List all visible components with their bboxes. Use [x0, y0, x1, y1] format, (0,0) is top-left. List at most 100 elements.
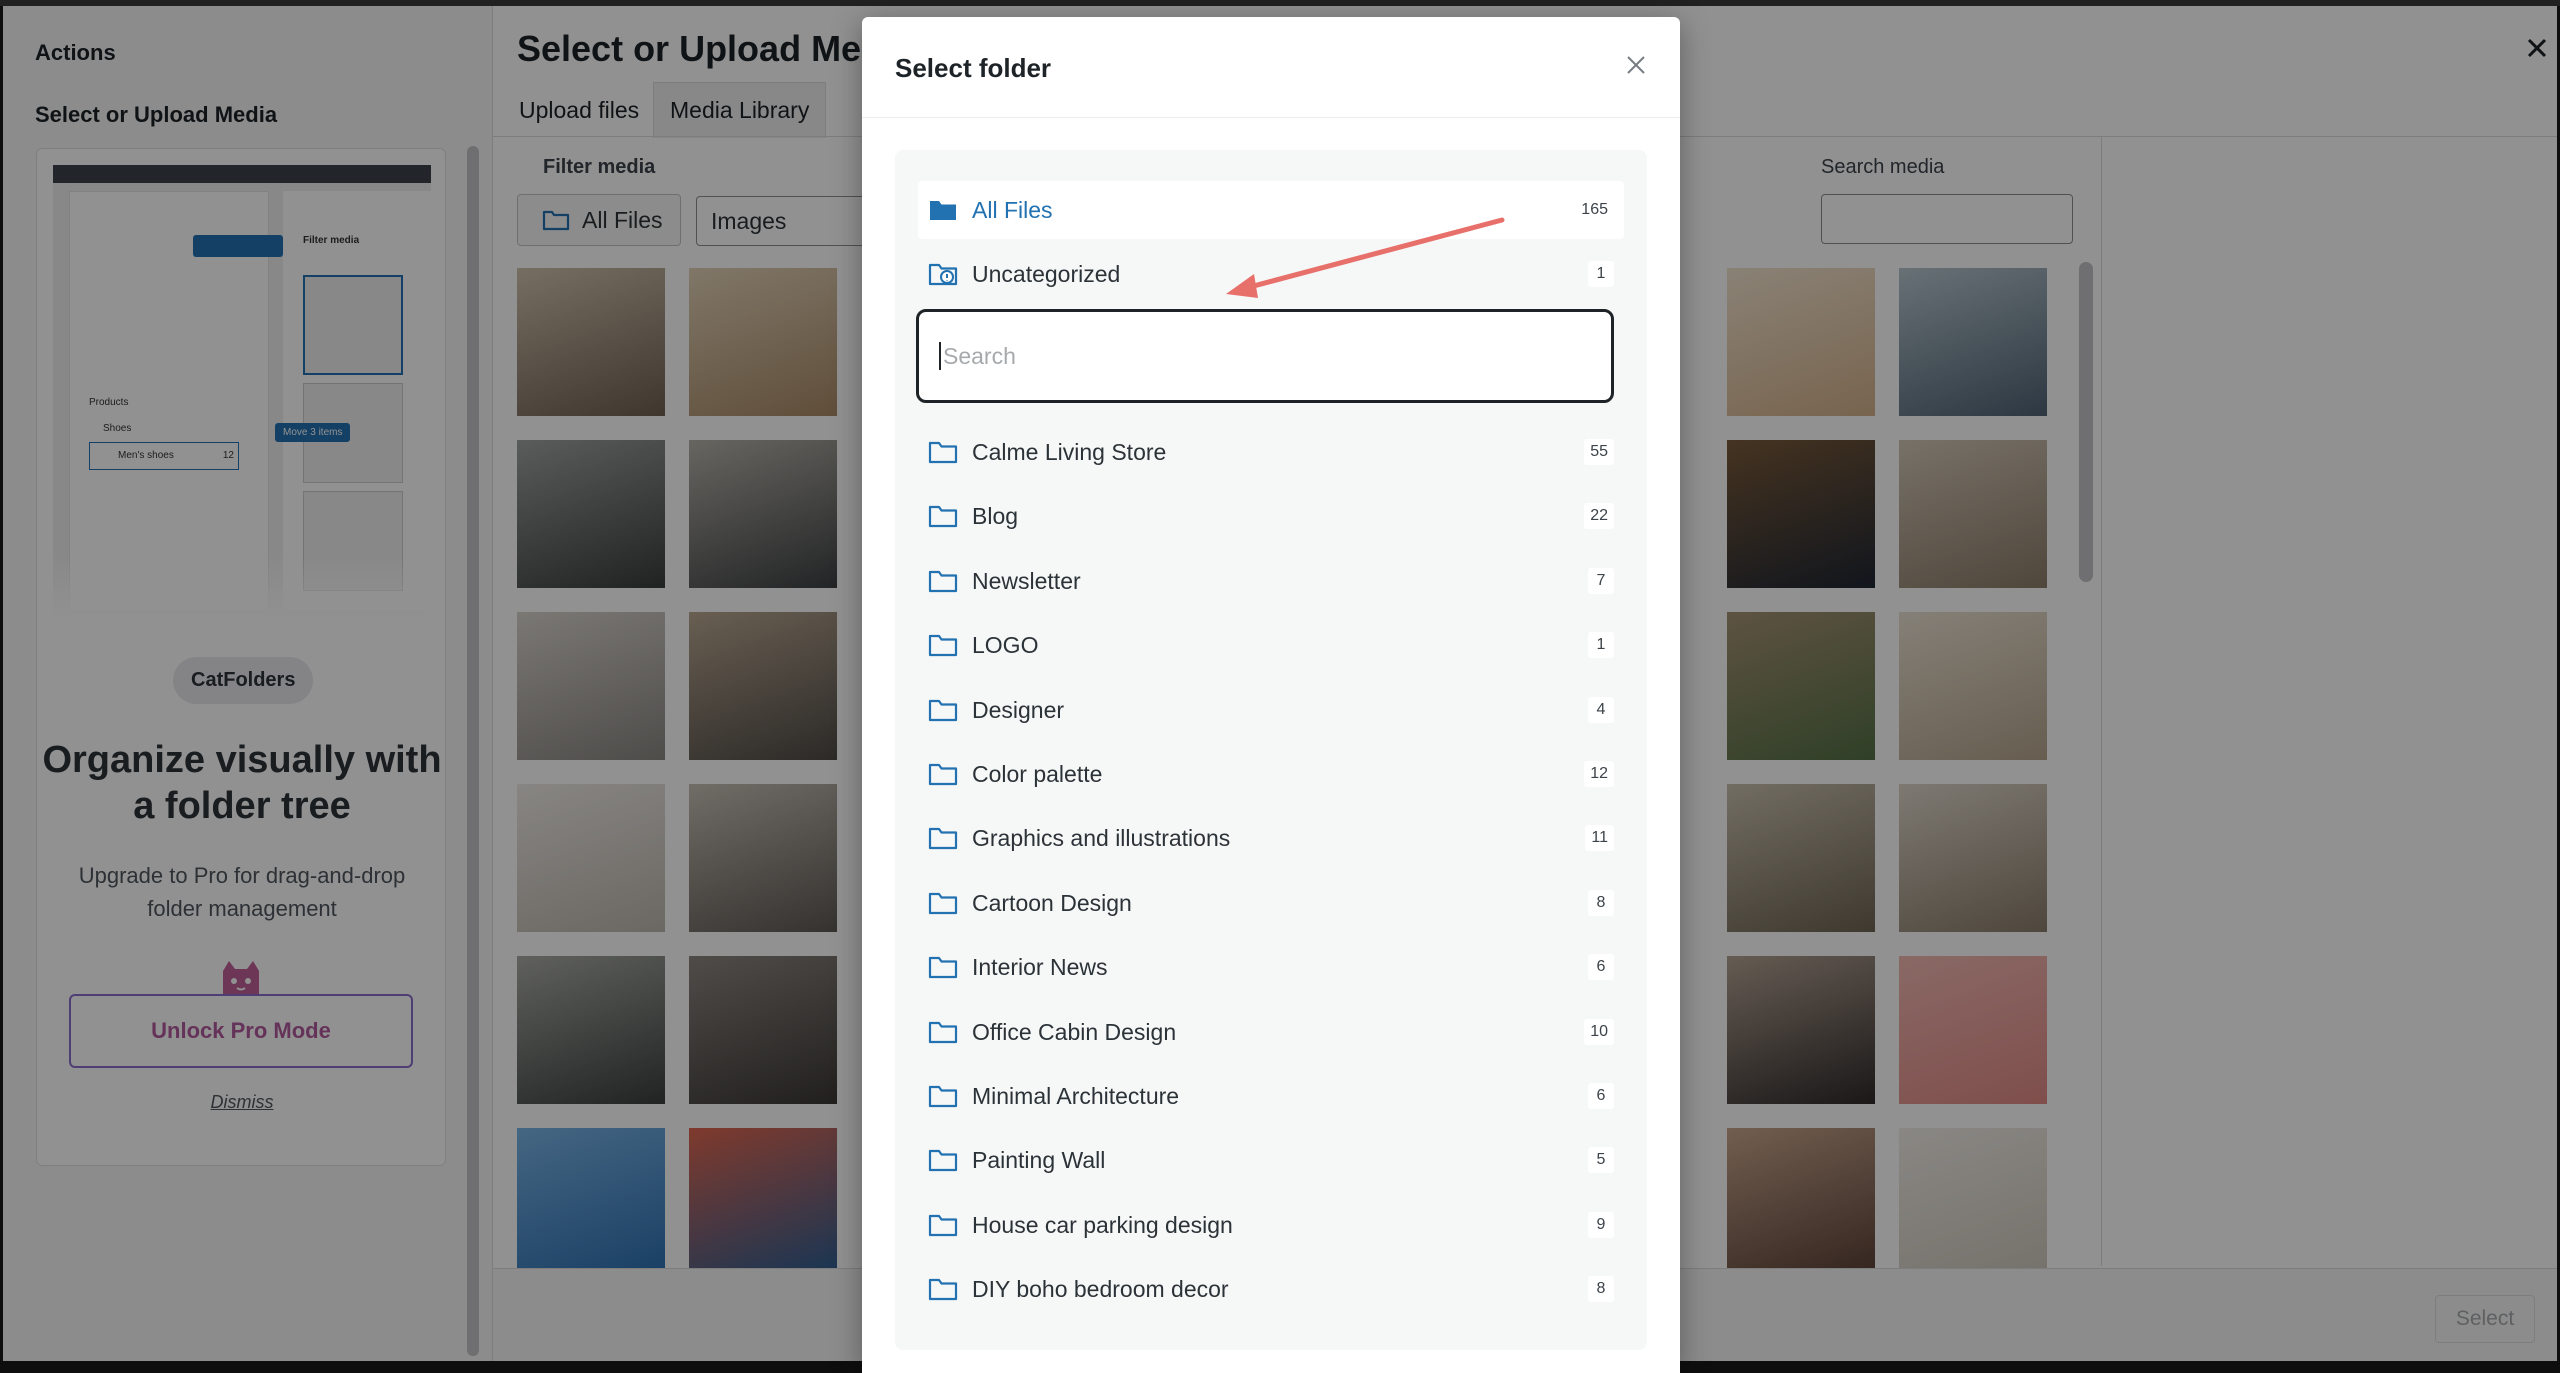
media-thumbnail[interactable]	[1899, 956, 2047, 1104]
folder-row[interactable]: Designer 4	[918, 681, 1624, 739]
folder-icon	[928, 827, 958, 850]
folder-row[interactable]: Calme Living Store 55	[918, 423, 1624, 481]
filter-media-label: Filter media	[543, 156, 656, 178]
media-thumbnail[interactable]	[1899, 612, 2047, 760]
media-thumbnail[interactable]	[517, 956, 665, 1104]
folder-row-uncategorized[interactable]: Uncategorized 1	[918, 245, 1624, 303]
media-thumbnail[interactable]	[689, 1128, 837, 1268]
dialog-close-icon[interactable]	[1614, 43, 1658, 87]
folder-icon	[928, 570, 958, 593]
media-thumbnail[interactable]	[517, 612, 665, 760]
folder-count: 55	[1584, 439, 1614, 465]
media-thumbnail[interactable]	[1727, 956, 1875, 1104]
folder-row[interactable]: Painting Wall 5	[918, 1131, 1624, 1189]
folder-uncategorized-icon	[928, 263, 958, 286]
dismiss-link[interactable]: Dismiss	[37, 1092, 445, 1113]
folder-row[interactable]: Blog 22	[918, 487, 1624, 545]
media-thumbnail[interactable]	[689, 440, 837, 588]
modal-close-icon[interactable]	[2517, 28, 2557, 68]
folder-row[interactable]: Interior News 6	[918, 938, 1624, 996]
promo-title: Organize visually with a folder tree	[42, 739, 442, 827]
folder-row-all-files[interactable]: All Files 165	[918, 181, 1624, 239]
folder-count: 5	[1588, 1147, 1614, 1173]
catfolders-badge: CatFolders	[173, 657, 314, 704]
tab-upload-files[interactable]: Upload files	[503, 82, 655, 138]
folder-count: 9	[1588, 1212, 1614, 1238]
media-thumbnail[interactable]	[517, 268, 665, 416]
menu-scrollbar[interactable]	[467, 146, 479, 1356]
folder-count: 1	[1588, 632, 1614, 658]
folder-count: 8	[1588, 890, 1614, 916]
media-thumbnail[interactable]	[1727, 612, 1875, 760]
media-thumbnail[interactable]	[517, 1128, 665, 1268]
folder-row[interactable]: Color palette 12	[918, 745, 1624, 803]
folder-name: Designer	[972, 696, 1065, 723]
select-folder-dialog: Select folder All Files 165 Uncategorize…	[862, 17, 1680, 1373]
media-thumbnail[interactable]	[517, 784, 665, 932]
media-thumbnail[interactable]	[689, 956, 837, 1104]
folder-icon	[928, 505, 958, 528]
folder-name: DIY boho bedroom decor	[972, 1275, 1229, 1302]
folder-name: Calme Living Store	[972, 438, 1167, 465]
folder-row[interactable]: DIY boho bedroom decor 8	[918, 1260, 1624, 1318]
folder-count: 7	[1588, 568, 1614, 594]
media-thumbnail[interactable]	[1899, 784, 2047, 932]
folder-name: All Files	[972, 196, 1053, 223]
unlock-pro-button[interactable]: Unlock Pro Mode	[69, 994, 413, 1068]
folder-name: Uncategorized	[972, 260, 1121, 287]
folder-count: 8	[1588, 1276, 1614, 1302]
media-thumbnail[interactable]	[1899, 440, 2047, 588]
search-media-input[interactable]	[1821, 194, 2073, 244]
search-media-label: Search media	[1821, 156, 1945, 178]
folder-count: 11	[1585, 825, 1614, 851]
media-thumbnail[interactable]	[517, 440, 665, 588]
media-thumbnail[interactable]	[1899, 1128, 2047, 1268]
select-button[interactable]: Select	[2435, 1295, 2535, 1343]
dialog-title: Select folder	[895, 53, 1052, 83]
folder-row[interactable]: LOGO 1	[918, 616, 1624, 674]
promo-screenshot-badge: Move 3 items	[275, 423, 351, 442]
media-thumbnail[interactable]	[689, 268, 837, 416]
folder-icon	[928, 441, 958, 464]
folder-name: Painting Wall	[972, 1146, 1106, 1173]
folder-name: Color palette	[972, 760, 1103, 787]
folder-count: 4	[1588, 697, 1614, 723]
folder-row[interactable]: Office Cabin Design 10	[918, 1003, 1624, 1061]
folder-name: LOGO	[972, 631, 1039, 658]
media-thumbnail[interactable]	[1727, 784, 1875, 932]
media-thumbnail[interactable]	[689, 784, 837, 932]
grid-scrollbar[interactable]	[2079, 262, 2093, 582]
folder-icon	[542, 210, 570, 231]
media-type-select[interactable]: Images	[696, 196, 876, 246]
folder-name: Minimal Architecture	[972, 1082, 1180, 1109]
menu-heading: Actions	[35, 40, 116, 65]
folder-icon	[928, 763, 958, 786]
folder-name: Interior News	[972, 953, 1108, 980]
folder-search-input[interactable]	[943, 342, 1583, 370]
media-thumbnail[interactable]	[1899, 268, 2047, 416]
folder-icon	[928, 892, 958, 915]
menu-item-select-upload[interactable]: Select or Upload Media	[35, 102, 277, 128]
folder-row[interactable]: Graphics and illustrations 11	[918, 809, 1624, 867]
media-thumbnail[interactable]	[1727, 440, 1875, 588]
media-thumbnail[interactable]	[1727, 268, 1875, 416]
folder-name: Blog	[972, 502, 1019, 529]
folder-name: Office Cabin Design	[972, 1018, 1177, 1045]
media-thumbnail[interactable]	[1727, 1128, 1875, 1268]
folder-row[interactable]: House car parking design 9	[918, 1196, 1624, 1254]
tab-media-library[interactable]: Media Library	[653, 82, 827, 138]
folder-count: 6	[1588, 1083, 1614, 1109]
folder-search-field[interactable]	[916, 309, 1614, 403]
folder-count: 12	[1584, 761, 1614, 787]
folder-row[interactable]: Cartoon Design 8	[918, 874, 1624, 932]
promo-card: Filter media Products Shoes Men's shoes 1…	[36, 148, 446, 1166]
folder-icon	[928, 1085, 958, 1108]
folder-icon	[928, 1278, 958, 1301]
folder-row[interactable]: Minimal Architecture 6	[918, 1067, 1624, 1125]
all-files-filter-button[interactable]: All Files	[517, 194, 681, 246]
promo-screenshot: Filter media Products Shoes Men's shoes 1…	[53, 165, 431, 617]
promo-subtitle: Upgrade to Pro for drag-and-drop folder …	[78, 863, 406, 921]
folder-row[interactable]: Newsletter 7	[918, 552, 1624, 610]
media-thumbnail[interactable]	[689, 612, 837, 760]
promo-screenshot-tree: Products Shoes Men's shoes 12	[89, 390, 239, 470]
